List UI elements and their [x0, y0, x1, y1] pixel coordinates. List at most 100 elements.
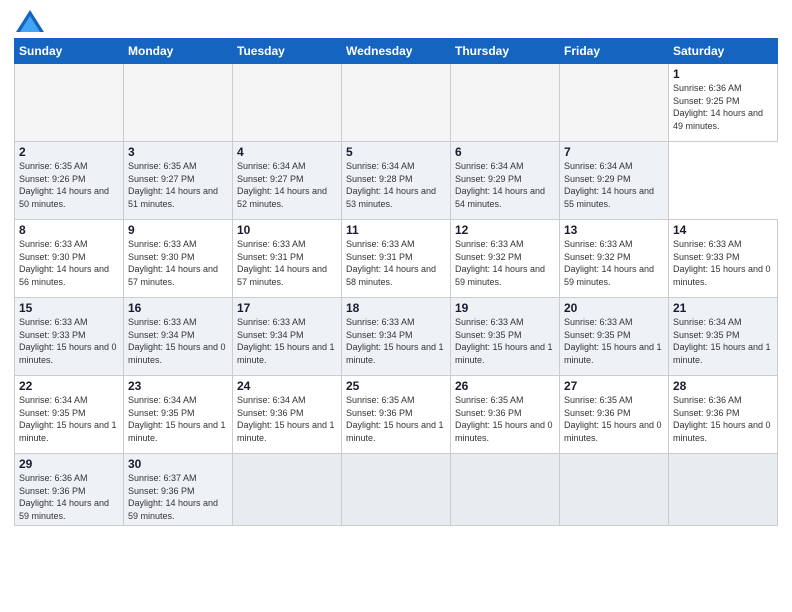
day-number: 18 [346, 301, 446, 315]
day-number: 17 [237, 301, 337, 315]
day-info: Sunrise: 6:33 AMSunset: 9:34 PMDaylight:… [237, 317, 335, 365]
day-number: 9 [128, 223, 228, 237]
logo-arrow-icon [16, 10, 44, 32]
day-info: Sunrise: 6:34 AMSunset: 9:35 PMDaylight:… [673, 317, 771, 365]
day-info: Sunrise: 6:34 AMSunset: 9:36 PMDaylight:… [237, 395, 335, 443]
day-number: 6 [455, 145, 555, 159]
day-cell-29: 29 Sunrise: 6:36 AMSunset: 9:36 PMDayligh… [15, 454, 124, 526]
day-info: Sunrise: 6:37 AMSunset: 9:36 PMDaylight:… [128, 473, 218, 521]
calendar-week-4: 15 Sunrise: 6:33 AMSunset: 9:33 PMDayligh… [15, 298, 778, 376]
empty-cell [560, 454, 669, 526]
day-info: Sunrise: 6:33 AMSunset: 9:34 PMDaylight:… [346, 317, 444, 365]
day-cell-23: 23Sunrise: 6:34 AMSunset: 9:35 PMDayligh… [124, 376, 233, 454]
day-number: 27 [564, 379, 664, 393]
day-number: 21 [673, 301, 773, 315]
calendar-week-5: 22 Sunrise: 6:34 AMSunset: 9:35 PMDayligh… [15, 376, 778, 454]
calendar-week-2: 2 Sunrise: 6:35 AMSunset: 9:26 PMDaylight… [15, 142, 778, 220]
day-info: Sunrise: 6:36 AMSunset: 9:25 PMDaylight:… [673, 83, 763, 131]
day-info: Sunrise: 6:34 AMSunset: 9:35 PMDaylight:… [19, 395, 117, 443]
day-cell-24: 24Sunrise: 6:34 AMSunset: 9:36 PMDayligh… [233, 376, 342, 454]
day-info: Sunrise: 6:36 AMSunset: 9:36 PMDaylight:… [19, 473, 109, 521]
day-number: 4 [237, 145, 337, 159]
empty-cell [342, 64, 451, 142]
day-info: Sunrise: 6:33 AMSunset: 9:32 PMDaylight:… [455, 239, 545, 287]
header-cell-tuesday: Tuesday [233, 39, 342, 64]
day-number: 16 [128, 301, 228, 315]
header-cell-monday: Monday [124, 39, 233, 64]
day-cell-22: 22 Sunrise: 6:34 AMSunset: 9:35 PMDayligh… [15, 376, 124, 454]
day-number: 25 [346, 379, 446, 393]
calendar-week-3: 8 Sunrise: 6:33 AMSunset: 9:30 PMDaylight… [15, 220, 778, 298]
day-info: Sunrise: 6:36 AMSunset: 9:36 PMDaylight:… [673, 395, 771, 443]
day-cell-17: 17 Sunrise: 6:33 AMSunset: 9:34 PMDayligh… [233, 298, 342, 376]
day-info: Sunrise: 6:33 AMSunset: 9:33 PMDaylight:… [673, 239, 771, 287]
day-number: 29 [19, 457, 119, 471]
day-info: Sunrise: 6:33 AMSunset: 9:35 PMDaylight:… [564, 317, 662, 365]
empty-cell [15, 64, 124, 142]
day-cell-10: 10Sunrise: 6:33 AMSunset: 9:31 PMDayligh… [233, 220, 342, 298]
day-number: 19 [455, 301, 555, 315]
day-info: Sunrise: 6:35 AMSunset: 9:26 PMDaylight:… [19, 161, 109, 209]
day-number: 20 [564, 301, 664, 315]
day-info: Sunrise: 6:33 AMSunset: 9:31 PMDaylight:… [346, 239, 436, 287]
day-info: Sunrise: 6:33 AMSunset: 9:33 PMDaylight:… [19, 317, 117, 365]
day-info: Sunrise: 6:33 AMSunset: 9:32 PMDaylight:… [564, 239, 654, 287]
day-number: 23 [128, 379, 228, 393]
day-cell-13: 13Sunrise: 6:33 AMSunset: 9:32 PMDayligh… [560, 220, 669, 298]
header-row: SundayMondayTuesdayWednesdayThursdayFrid… [15, 39, 778, 64]
day-cell-2: 2 Sunrise: 6:35 AMSunset: 9:26 PMDaylight… [15, 142, 124, 220]
day-cell-8: 8 Sunrise: 6:33 AMSunset: 9:30 PMDaylight… [15, 220, 124, 298]
day-info: Sunrise: 6:35 AMSunset: 9:36 PMDaylight:… [564, 395, 662, 443]
day-cell-14: 14 Sunrise: 6:33 AMSunset: 9:33 PMDayligh… [669, 220, 778, 298]
header [14, 10, 778, 32]
day-cell-16: 16 Sunrise: 6:33 AMSunset: 9:34 PMDayligh… [124, 298, 233, 376]
day-number: 15 [19, 301, 119, 315]
day-cell-25: 25 Sunrise: 6:35 AMSunset: 9:36 PMDayligh… [342, 376, 451, 454]
day-number: 26 [455, 379, 555, 393]
header-cell-wednesday: Wednesday [342, 39, 451, 64]
day-number: 14 [673, 223, 773, 237]
day-info: Sunrise: 6:33 AMSunset: 9:34 PMDaylight:… [128, 317, 226, 365]
day-cell-12: 12 Sunrise: 6:33 AMSunset: 9:32 PMDayligh… [451, 220, 560, 298]
day-number: 11 [346, 223, 446, 237]
empty-cell [560, 64, 669, 142]
day-cell-18: 18 Sunrise: 6:33 AMSunset: 9:34 PMDayligh… [342, 298, 451, 376]
header-cell-friday: Friday [560, 39, 669, 64]
day-info: Sunrise: 6:33 AMSunset: 9:30 PMDaylight:… [128, 239, 218, 287]
empty-cell [451, 454, 560, 526]
day-number: 1 [673, 67, 773, 81]
day-cell-6: 6Sunrise: 6:34 AMSunset: 9:29 PMDaylight… [451, 142, 560, 220]
day-info: Sunrise: 6:35 AMSunset: 9:27 PMDaylight:… [128, 161, 218, 209]
empty-cell [124, 64, 233, 142]
day-number: 8 [19, 223, 119, 237]
day-cell-1: 1 Sunrise: 6:36 AMSunset: 9:25 PMDaylight… [669, 64, 778, 142]
day-info: Sunrise: 6:33 AMSunset: 9:30 PMDaylight:… [19, 239, 109, 287]
day-info: Sunrise: 6:34 AMSunset: 9:28 PMDaylight:… [346, 161, 436, 209]
day-cell-30: 30 Sunrise: 6:37 AMSunset: 9:36 PMDayligh… [124, 454, 233, 526]
day-cell-15: 15 Sunrise: 6:33 AMSunset: 9:33 PMDayligh… [15, 298, 124, 376]
calendar-week-6: 29 Sunrise: 6:36 AMSunset: 9:36 PMDayligh… [15, 454, 778, 526]
day-number: 2 [19, 145, 119, 159]
empty-cell [233, 454, 342, 526]
day-cell-21: 21 Sunrise: 6:34 AMSunset: 9:35 PMDayligh… [669, 298, 778, 376]
empty-cell [233, 64, 342, 142]
day-info: Sunrise: 6:33 AMSunset: 9:35 PMDaylight:… [455, 317, 553, 365]
day-cell-3: 3 Sunrise: 6:35 AMSunset: 9:27 PMDaylight… [124, 142, 233, 220]
day-number: 22 [19, 379, 119, 393]
day-cell-4: 4Sunrise: 6:34 AMSunset: 9:27 PMDaylight… [233, 142, 342, 220]
day-number: 3 [128, 145, 228, 159]
day-cell-20: 20 Sunrise: 6:33 AMSunset: 9:35 PMDayligh… [560, 298, 669, 376]
empty-cell [669, 454, 778, 526]
day-info: Sunrise: 6:35 AMSunset: 9:36 PMDaylight:… [346, 395, 444, 443]
day-cell-11: 11 Sunrise: 6:33 AMSunset: 9:31 PMDayligh… [342, 220, 451, 298]
calendar-page: SundayMondayTuesdayWednesdayThursdayFrid… [0, 0, 792, 612]
day-cell-28: 28Sunrise: 6:36 AMSunset: 9:36 PMDayligh… [669, 376, 778, 454]
day-number: 7 [564, 145, 664, 159]
day-number: 12 [455, 223, 555, 237]
day-number: 5 [346, 145, 446, 159]
calendar-week-1: 1 Sunrise: 6:36 AMSunset: 9:25 PMDaylight… [15, 64, 778, 142]
day-number: 30 [128, 457, 228, 471]
day-cell-27: 27 Sunrise: 6:35 AMSunset: 9:36 PMDayligh… [560, 376, 669, 454]
empty-cell [342, 454, 451, 526]
empty-cell [451, 64, 560, 142]
